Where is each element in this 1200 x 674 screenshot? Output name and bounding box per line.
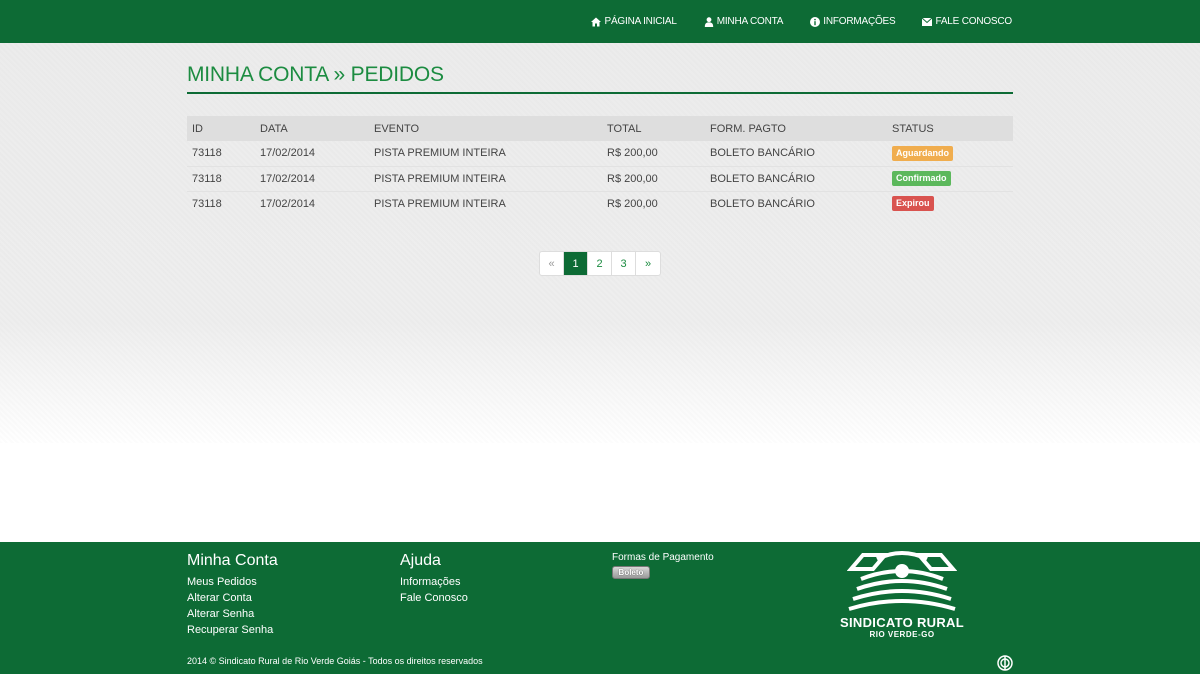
footer: Minha Conta Meus Pedidos Alterar Conta A…	[0, 542, 1200, 674]
logo-name: SINDICATO RURAL	[840, 615, 964, 630]
user-icon	[704, 16, 713, 27]
order-total: R$ 200,00	[607, 197, 658, 210]
sindicato-emblem-icon	[847, 551, 957, 611]
payment-methods-title: Formas de Pagamento	[612, 552, 714, 563]
footer-link-recover-password[interactable]: Recuperar Senha	[187, 622, 278, 638]
orders-table: ID DATA EVENTO TOTAL FORM. PAGTO STATUS …	[187, 116, 1013, 216]
order-date: 17/02/2014	[255, 141, 369, 167]
order-total: R$ 200,00	[602, 141, 705, 167]
footer-account-col: Minha Conta Meus Pedidos Alterar Conta A…	[187, 552, 278, 638]
footer-help-title: Ajuda	[400, 552, 441, 569]
pagination-page-2[interactable]: 2	[588, 252, 612, 275]
col-status: STATUS	[887, 116, 1013, 141]
nav-account-label: MINHA CONTA	[716, 16, 784, 27]
copyright-text: 2014 © Sindicato Rural de Rio Verde Goiá…	[187, 656, 483, 666]
order-date: 17/02/2014	[260, 197, 316, 210]
order-payment: BOLETO BANCÁRIO	[710, 197, 815, 210]
table-header-row: ID DATA EVENTO TOTAL FORM. PAGTO STATUS	[187, 116, 1013, 141]
title-divider	[187, 92, 1013, 94]
footer-link-my-orders[interactable]: Meus Pedidos	[187, 574, 278, 590]
footer-account-title: Minha Conta	[187, 552, 278, 569]
main-content: MINHA CONTA » PEDIDOS ID DATA EVENTO TOT…	[187, 43, 1013, 216]
pagination-page-1[interactable]: 1	[564, 252, 588, 275]
col-id: ID	[187, 116, 255, 141]
status-badge: Aguardando	[892, 145, 953, 161]
home-icon	[591, 17, 602, 26]
nav-contact[interactable]: FALE CONOSCO	[922, 16, 1012, 27]
table-row[interactable]: 73118 17/02/2014 PISTA PREMIUM INTEIRA R…	[187, 191, 1013, 216]
pagination-next[interactable]: »	[636, 252, 660, 275]
info-icon	[810, 16, 821, 27]
pagination: « 1 2 3 »	[539, 251, 661, 276]
order-date: 17/02/2014	[255, 166, 369, 192]
table-row[interactable]: 73118 17/02/2014 PISTA PREMIUM INTEIRA R…	[187, 166, 1013, 192]
footer-link-info[interactable]: Informações	[400, 574, 468, 590]
order-id: 73118	[187, 141, 255, 167]
table-row[interactable]: 73118 17/02/2014 PISTA PREMIUM INTEIRA R…	[187, 141, 1013, 167]
col-total: TOTAL	[602, 116, 705, 141]
order-total: R$ 200,00	[602, 166, 705, 192]
order-event: PISTA PREMIUM INTEIRA	[369, 141, 602, 167]
order-status-cell: Confirmado	[887, 166, 1013, 192]
col-date: DATA	[255, 116, 369, 141]
footer-link-change-password[interactable]: Alterar Senha	[187, 606, 278, 622]
footer-link-edit-account[interactable]: Alterar Conta	[187, 590, 278, 606]
footer-link-contact[interactable]: Fale Conosco	[400, 590, 468, 606]
top-navbar: PÁGINA INICIAL MINHA CONTA INFORMAÇÕES F…	[0, 0, 1200, 43]
nav-contact-label: FALE CONOSCO	[935, 16, 1012, 27]
nav-info-label: INFORMAÇÕES	[823, 16, 896, 27]
order-status-cell: Expirou	[887, 191, 1013, 216]
footer-help-col: Ajuda Informações Fale Conosco	[400, 552, 468, 606]
nav-account[interactable]: MINHA CONTA	[704, 16, 784, 27]
logo-subtitle: RIO VERDE-GO	[869, 630, 935, 639]
order-event: PISTA PREMIUM INTEIRA	[374, 197, 506, 210]
sindicato-logo: SINDICATO RURAL RIO VERDE-GO	[826, 549, 978, 639]
developer-credit-icon[interactable]	[997, 655, 1013, 671]
order-payment: BOLETO BANCÁRIO	[705, 141, 887, 167]
col-payment: FORM. PAGTO	[705, 116, 887, 141]
main-nav: PÁGINA INICIAL MINHA CONTA INFORMAÇÕES F…	[591, 0, 1012, 43]
nav-home-label: PÁGINA INICIAL	[604, 16, 677, 27]
boleto-badge-icon: Boleto	[612, 566, 650, 579]
nav-home[interactable]: PÁGINA INICIAL	[591, 16, 677, 27]
status-badge: Expirou	[892, 196, 934, 212]
page-title: MINHA CONTA » PEDIDOS	[187, 63, 444, 86]
col-event: EVENTO	[369, 116, 602, 141]
status-badge: Confirmado	[892, 171, 951, 186]
pagination-prev[interactable]: «	[540, 252, 564, 275]
pagination-page-3[interactable]: 3	[612, 252, 636, 275]
envelope-icon	[922, 17, 933, 26]
order-id: 73118	[187, 166, 255, 192]
order-event: PISTA PREMIUM INTEIRA	[369, 166, 602, 192]
footer-payment-col: Formas de Pagamento Boleto	[612, 552, 714, 579]
order-id: 73118	[192, 197, 222, 210]
order-status-cell: Aguardando	[887, 141, 1013, 167]
nav-info[interactable]: INFORMAÇÕES	[810, 16, 896, 27]
order-payment: BOLETO BANCÁRIO	[705, 166, 887, 192]
